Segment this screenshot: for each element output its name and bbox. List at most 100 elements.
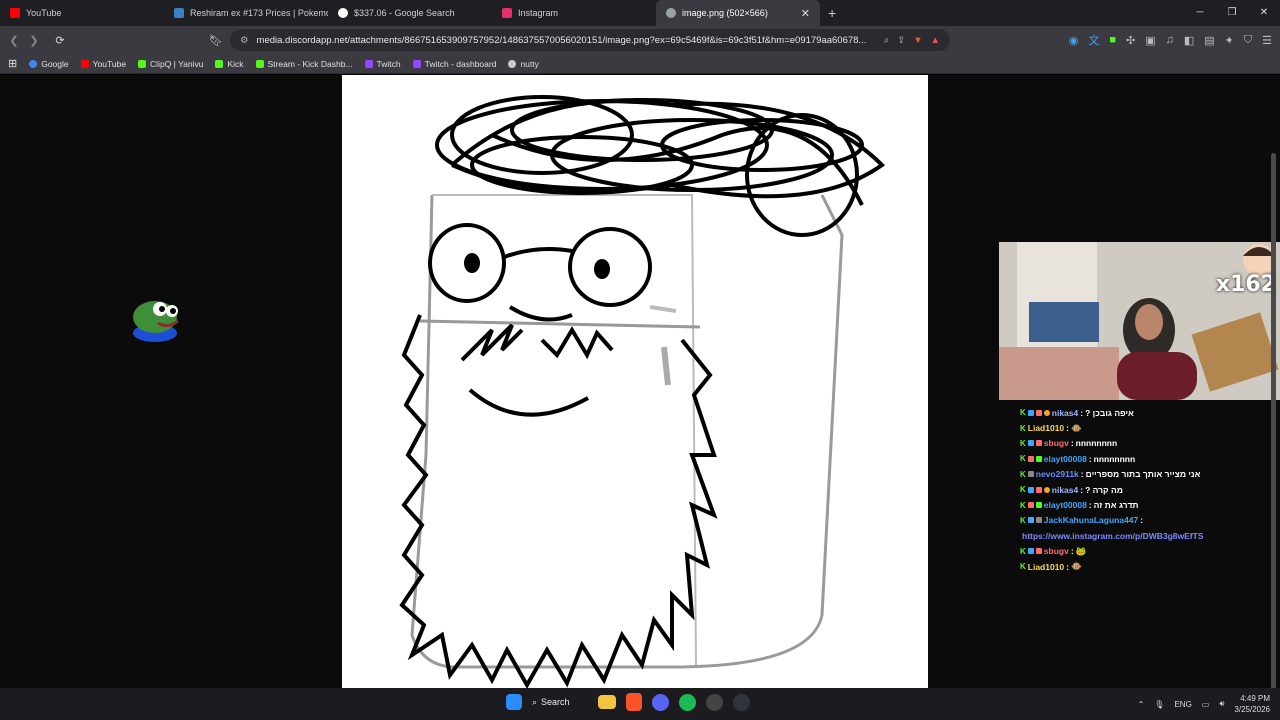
wallet-icon[interactable]: ▤	[1204, 34, 1214, 47]
bookmark-clipq[interactable]: ClipQ | Yanivu	[138, 59, 203, 69]
extension-icon[interactable]: ■	[1109, 34, 1116, 46]
clock-date: 3/25/2026	[1234, 705, 1270, 714]
globe-icon	[666, 8, 676, 18]
close-icon[interactable]: ✕	[801, 7, 810, 20]
bookmark-google[interactable]: Google	[29, 59, 69, 69]
taskbar-search[interactable]: ⌕ Search	[532, 697, 588, 708]
tab-google-search[interactable]: $337.06 - Google Search	[328, 0, 492, 26]
twitch-icon	[412, 59, 421, 68]
chat-separator: :	[1070, 546, 1074, 557]
volume-icon[interactable]: 🔊︎	[1219, 699, 1224, 709]
brave-shield-icon[interactable]: ▼	[913, 35, 922, 46]
chat-username[interactable]: elayt00008	[1044, 500, 1087, 510]
windows-start-icon[interactable]	[506, 694, 522, 710]
vpn-icon[interactable]: ⛉	[1244, 34, 1252, 47]
chat-username[interactable]: sbugv	[1044, 438, 1069, 448]
google-icon	[29, 59, 38, 68]
emote-combo-badge: x162	[1215, 272, 1276, 297]
chevron-up-icon[interactable]: ⌃	[1138, 700, 1145, 709]
discord-icon[interactable]	[652, 693, 669, 711]
kick-badge-icon: K	[1020, 454, 1026, 464]
clock-time: 4:49 PM	[1240, 694, 1270, 703]
reload-button[interactable]: ⟳	[50, 34, 70, 47]
screenshot-icon[interactable]: ▣	[1145, 34, 1155, 47]
window-close-button[interactable]: ✕	[1248, 0, 1280, 26]
badge-icon	[1027, 517, 1034, 524]
chat-message: K nikas4 : איפה גובכן ?	[1020, 405, 1275, 420]
kick-badge-icon: K	[1020, 562, 1026, 572]
scrollbar[interactable]	[1271, 153, 1276, 706]
maximize-button[interactable]: ❐	[1216, 0, 1248, 26]
badge-icon	[1035, 455, 1042, 462]
kick-badge-icon: K	[1020, 438, 1026, 448]
bookmark-icon[interactable]: 🔖︎	[206, 34, 226, 47]
chat-username[interactable]: nikas4	[1052, 485, 1078, 495]
url-text: media.discordapp.net/attachments/8667516…	[256, 34, 867, 46]
chat-message: K elayt00008 : תדרג את זה	[1020, 497, 1275, 512]
clock[interactable]: 4:49 PM 3/25/2026	[1234, 693, 1270, 715]
language-indicator[interactable]: ENG	[1174, 700, 1191, 709]
chat-username[interactable]: nevo2911k	[1036, 469, 1079, 479]
badge-icon	[1035, 548, 1042, 555]
chat-username[interactable]: nikas4	[1052, 408, 1078, 418]
tab-title: $337.06 - Google Search	[354, 8, 455, 18]
back-button[interactable]: ❮	[4, 34, 24, 47]
microphone-icon[interactable]: 🎙︎	[1154, 700, 1164, 709]
apps-icon[interactable]: ⊞	[8, 57, 17, 70]
kick-badge-icon: K	[1020, 423, 1026, 433]
bookmark-kick-dashboard[interactable]: Stream - Kick Dashb...	[255, 59, 353, 69]
bookmark-nutty[interactable]: nutty	[508, 59, 539, 69]
extension-icon[interactable]: ◉	[1069, 34, 1079, 47]
chat-separator: :	[1066, 561, 1070, 572]
media-icon[interactable]: ♫	[1166, 34, 1174, 46]
zoom-icon[interactable]: ⌕	[884, 35, 889, 46]
chat-separator: :	[1140, 515, 1144, 526]
bookmark-kick[interactable]: Kick	[215, 59, 244, 69]
chat-username[interactable]: sbugv	[1044, 546, 1069, 556]
tab-image[interactable]: image.png (502×566) ✕	[656, 0, 820, 26]
address-bar[interactable]: ⚙ media.discordapp.net/attachments/86675…	[230, 29, 950, 51]
chat-link[interactable]: https://www.instagram.com/p/DWB3g8wEfTS	[1020, 531, 1204, 541]
new-tab-button[interactable]: +	[828, 5, 836, 21]
spotify-icon[interactable]	[679, 693, 696, 711]
chat-text: מה קרה ?	[1085, 484, 1123, 495]
kick-badge-icon: K	[1020, 485, 1026, 495]
bookmark-twitch[interactable]: Twitch	[364, 59, 401, 69]
badge-icon	[1035, 502, 1042, 509]
streamlabs-icon[interactable]	[733, 693, 750, 711]
forward-button[interactable]: ❯	[24, 34, 44, 47]
chat-username[interactable]: Liad1010	[1028, 562, 1064, 572]
youtube-icon	[80, 59, 89, 68]
search-icon: ⌕	[532, 696, 538, 707]
tab-youtube[interactable]: YouTube	[0, 0, 164, 26]
translate-icon[interactable]: 文	[1088, 32, 1099, 48]
chat-username[interactable]: JackKahunaLaguna447	[1044, 515, 1138, 525]
obs-icon[interactable]	[706, 693, 723, 711]
badge-icon	[1027, 548, 1034, 555]
chat-message: K JackKahunaLaguna447 :	[1020, 513, 1275, 528]
google-icon	[338, 8, 348, 18]
brave-icon[interactable]	[626, 693, 642, 711]
chat-username[interactable]: Liad1010	[1028, 423, 1064, 433]
brave-rewards-icon[interactable]: ▲	[931, 35, 940, 46]
network-icon[interactable]: ▭	[1202, 700, 1210, 709]
chat-message: K nikas4 : מה קרה ?	[1020, 482, 1275, 497]
minimize-button[interactable]: ─	[1184, 0, 1216, 26]
badge-icon	[1027, 455, 1034, 462]
bookmark-youtube[interactable]: YouTube	[80, 59, 126, 69]
webcam-feed	[999, 242, 1280, 400]
chat-username[interactable]: elayt00008	[1044, 454, 1087, 464]
site-info-icon[interactable]: ⚙	[240, 35, 249, 46]
share-icon[interactable]: ⇪	[897, 35, 905, 46]
sidebar-icon[interactable]: ◧	[1184, 34, 1194, 47]
puzzle-icon[interactable]: ✣	[1126, 34, 1135, 47]
system-tray: ⌃ 🎙︎ ENG ▭ 🔊︎ 4:49 PM 3/25/2026	[1138, 688, 1270, 720]
bookmark-twitch-dashboard[interactable]: Twitch - dashboard	[412, 59, 496, 69]
file-explorer-icon[interactable]	[598, 695, 616, 709]
leo-ai-icon[interactable]: ✦	[1225, 34, 1234, 47]
chat-text: איפה גובכן ?	[1085, 407, 1134, 418]
tab-instagram[interactable]: Instagram	[492, 0, 656, 26]
menu-icon[interactable]: ☰	[1262, 34, 1272, 47]
face-drawing	[399, 95, 886, 688]
tab-reshiram[interactable]: Reshiram ex #173 Prices | Pokemon V	[164, 0, 328, 26]
